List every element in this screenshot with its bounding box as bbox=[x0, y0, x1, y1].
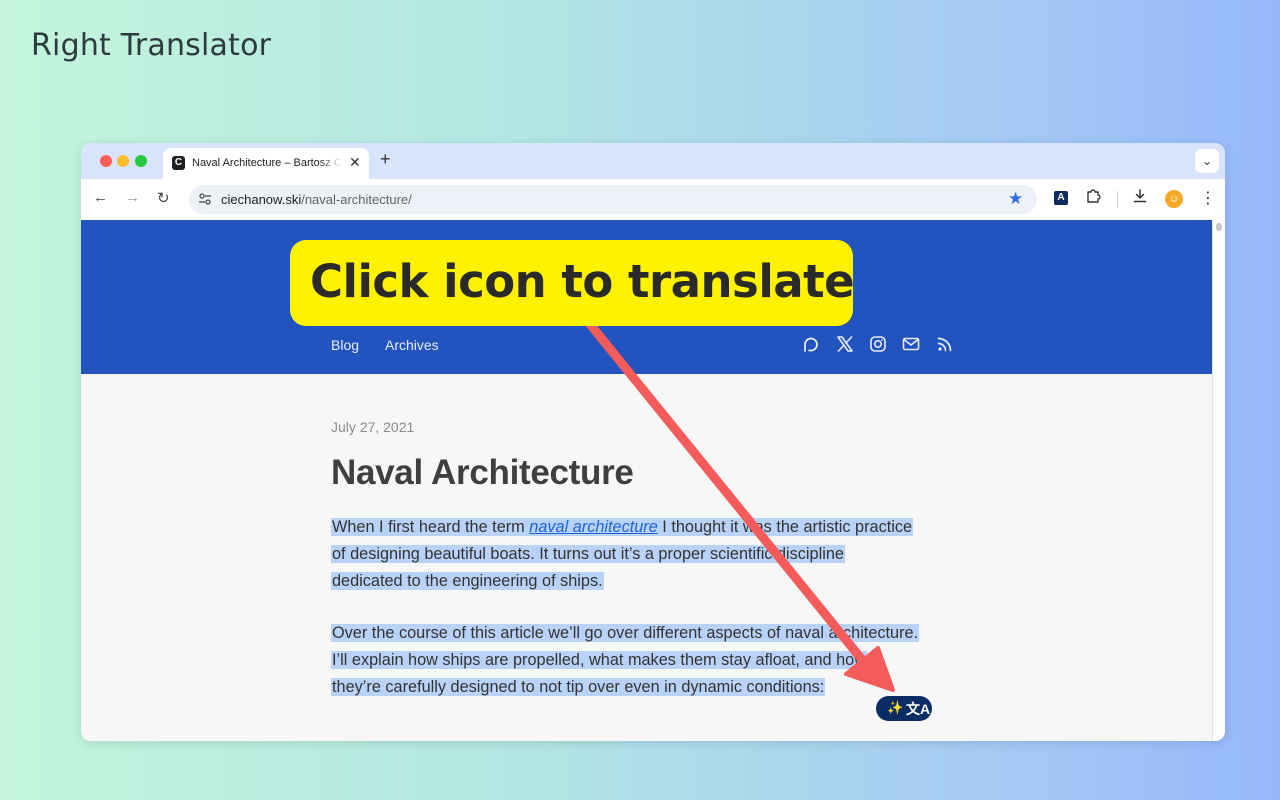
reload-button[interactable]: ↻ bbox=[157, 189, 170, 207]
callout-text: Click icon to translate bbox=[310, 255, 855, 308]
post-title: Naval Architecture bbox=[331, 453, 634, 492]
selected-text[interactable]: of designing beautiful boats. It turns o… bbox=[331, 545, 845, 563]
x-icon[interactable] bbox=[836, 335, 854, 353]
nav-link-blog[interactable]: Blog bbox=[331, 337, 359, 353]
article-paragraph-2: Over the course of this article we’ll go… bbox=[331, 620, 971, 701]
browser-toolbar: ← → ↻ ciechanow.ski/naval-architecture/ … bbox=[81, 179, 1225, 220]
url-path: /naval-architecture/ bbox=[301, 192, 412, 207]
text-segment: When I first heard the term bbox=[332, 518, 530, 536]
forward-button[interactable]: → bbox=[125, 189, 140, 206]
close-window-button[interactable] bbox=[100, 155, 112, 167]
selected-text[interactable]: dedicated to the engineering of ships. bbox=[331, 572, 604, 590]
address-bar[interactable]: ciechanow.ski/naval-architecture/ ★ bbox=[189, 185, 1037, 214]
text-segment: I thought it was the artistic practice bbox=[657, 518, 913, 536]
close-tab-icon[interactable]: ✕ bbox=[349, 154, 361, 171]
selected-text[interactable]: When I first heard the term naval archit… bbox=[331, 518, 914, 536]
naval-architecture-link[interactable]: naval architecture bbox=[529, 518, 658, 536]
selected-text[interactable]: they’re carefully designed to not tip ov… bbox=[331, 678, 826, 696]
selected-text[interactable]: Over the course of this article we’ll go… bbox=[331, 624, 920, 642]
back-button[interactable]: ← bbox=[93, 189, 108, 206]
browser-window: C Naval Architecture – Bartosz Ciechanow… bbox=[81, 143, 1225, 741]
site-info-icon[interactable] bbox=[198, 192, 212, 209]
page-scrollbar[interactable] bbox=[1212, 220, 1225, 741]
promo-title: Right Translator bbox=[31, 28, 272, 63]
rss-icon[interactable] bbox=[936, 335, 954, 353]
translate-icon: 文A bbox=[906, 701, 931, 717]
browser-menu-icon[interactable]: ⋮ bbox=[1200, 188, 1216, 208]
url-text: ciechanow.ski/naval-architecture/ bbox=[221, 192, 412, 207]
maximize-window-button[interactable] bbox=[135, 155, 147, 167]
nav-link-archives[interactable]: Archives bbox=[385, 337, 439, 353]
profile-avatar[interactable]: ☺ bbox=[1165, 190, 1183, 208]
url-host: ciechanow.ski bbox=[221, 192, 302, 207]
toolbar-divider bbox=[1117, 191, 1118, 208]
post-date: July 27, 2021 bbox=[331, 419, 415, 435]
new-tab-button[interactable]: + bbox=[380, 149, 391, 170]
scrollbar-thumb[interactable] bbox=[1216, 223, 1222, 231]
download-icon[interactable] bbox=[1132, 188, 1148, 209]
extensions-puzzle-icon[interactable] bbox=[1085, 188, 1101, 209]
tab-title: Naval Architecture – Bartosz Ciechanowsk… bbox=[192, 157, 342, 169]
tab-naval-architecture[interactable]: C Naval Architecture – Bartosz Ciechanow… bbox=[163, 148, 369, 179]
article-paragraph-1: When I first heard the term naval archit… bbox=[331, 514, 971, 595]
translate-selection-button[interactable]: ✨ 文A bbox=[876, 696, 932, 721]
bookmark-star-icon[interactable]: ★ bbox=[1008, 189, 1023, 209]
translator-extension-icon[interactable]: A bbox=[1054, 191, 1068, 205]
minimize-window-button[interactable] bbox=[117, 155, 129, 167]
site-favicon-icon: C bbox=[172, 156, 185, 170]
tab-strip: C Naval Architecture – Bartosz Ciechanow… bbox=[81, 143, 1225, 179]
tab-search-button[interactable]: ⌄ bbox=[1195, 149, 1219, 173]
mail-icon[interactable] bbox=[902, 335, 920, 353]
patreon-icon[interactable] bbox=[802, 335, 820, 353]
instruction-callout: Click icon to translate bbox=[290, 240, 855, 326]
selected-text[interactable]: I’ll explain how ships are propelled, wh… bbox=[331, 651, 867, 669]
magic-wand-icon: ✨ bbox=[887, 700, 904, 715]
instagram-icon[interactable] bbox=[869, 335, 887, 353]
